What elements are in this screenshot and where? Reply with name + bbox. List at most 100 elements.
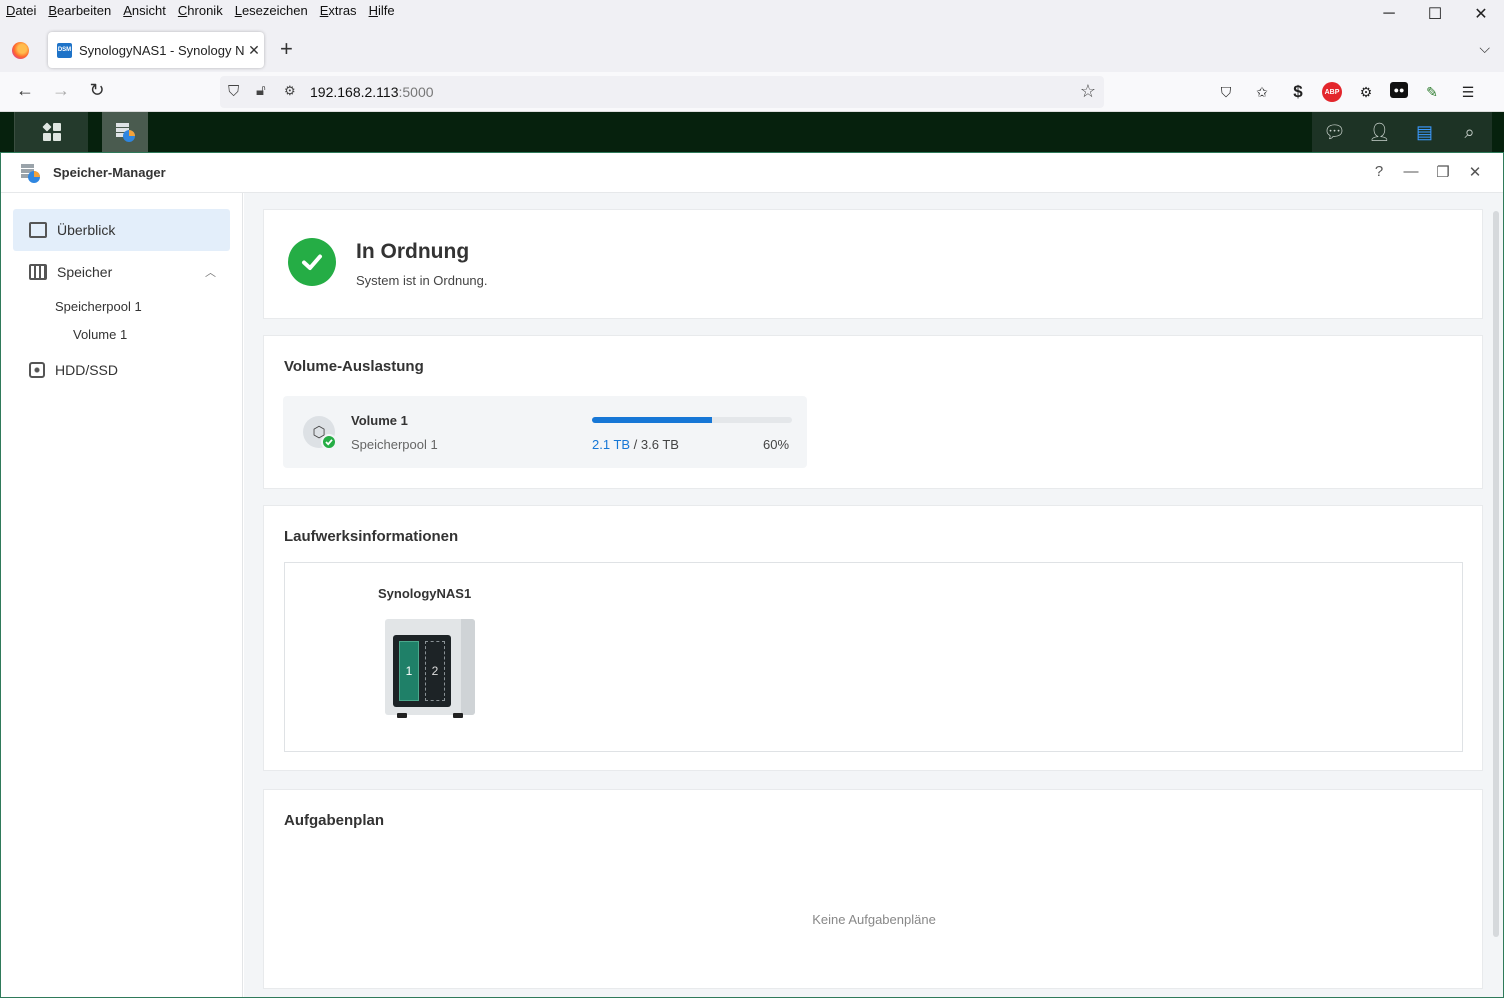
status-title: In Ordnung [356, 240, 470, 263]
maximize-window-icon[interactable]: ☐ [1412, 0, 1458, 28]
minimize-window-icon[interactable]: ─ [1366, 0, 1412, 28]
window-titlebar[interactable]: Speicher-Manager ? — ❐ ✕ [1, 153, 1503, 193]
nas-foot [397, 713, 407, 718]
storage-icon [29, 264, 47, 280]
tracking-shield-icon[interactable]: ⛉ [228, 83, 239, 100]
menu-item-bearbeiten[interactable]: Bearbeiten [48, 3, 111, 18]
storage-manager-window: Speicher-Manager ? — ❐ ✕ Überblick Speic… [0, 152, 1504, 998]
drive-bay-1[interactable]: 1 [399, 641, 419, 701]
mask-extension-icon[interactable]: ●● [1390, 82, 1408, 98]
storage-manager-taskbar-button[interactable] [102, 112, 148, 152]
s-extension-icon[interactable]: $ [1286, 82, 1310, 102]
drive-bay-2[interactable]: 2 [425, 641, 445, 701]
navigation-bar: ← → ↻ ⛉ 🔓︎ ⚙ 192.168.2.113:5000 ☆ ⛉ ✩ $ … [0, 72, 1504, 112]
tab-title: SynologyNAS1 - Synology NAS [79, 42, 244, 58]
main-menu-button[interactable] [14, 112, 88, 152]
volume-usage-bar-fill [592, 417, 712, 423]
window-controls: ─ ☐ ✕ [1366, 0, 1504, 28]
bookmark-star-icon[interactable]: ☆ [1080, 81, 1096, 102]
insecure-lock-icon[interactable]: 🔓︎ [256, 82, 266, 99]
volume-usage-heading: Volume-Auslastung [284, 358, 424, 375]
sidebar-item-hdd-ssd[interactable]: HDD/SSD [13, 349, 230, 391]
close-icon[interactable]: ✕ [1465, 163, 1485, 181]
nas-name: SynologyNAS1 [378, 586, 472, 601]
reload-icon[interactable]: ↻ [85, 80, 109, 101]
url-text[interactable]: 192.168.2.113:5000 [310, 84, 434, 100]
status-subtitle: System ist in Ordnung. [356, 273, 488, 288]
browser-tab[interactable]: DSM SynologyNAS1 - Synology NAS ✕ [48, 32, 264, 68]
drive-overview-panel: SynologyNAS1 1 2 [284, 562, 1463, 752]
menu-item-datei[interactable]: Datei [6, 3, 36, 18]
volume-usage-separator: / [630, 437, 641, 452]
content-scrollbar[interactable] [1493, 211, 1499, 937]
drive-info-heading: Laufwerksinformationen [284, 528, 459, 545]
sidebar-item-volume[interactable]: Volume 1 [73, 327, 127, 342]
volume-cube-icon: ⬡ [303, 416, 337, 450]
menu-item-ansicht[interactable]: Ansicht [123, 3, 166, 18]
task-plan-heading: Aufgabenplan [284, 812, 384, 829]
restore-icon[interactable]: ❐ [1433, 163, 1453, 181]
forward-icon[interactable]: → [49, 80, 73, 101]
taskbar-tray: 💬︎ 👤︎ ▤ ⌕ [1312, 112, 1492, 152]
volume-used: 2.1 TB [592, 437, 631, 452]
pocket-icon[interactable]: ⛉ [1214, 82, 1238, 102]
volume-item[interactable]: ⬡ Volume 1 Speicherpool 1 2.1 TB / 3.6 T… [283, 396, 807, 468]
url-port: :5000 [398, 84, 434, 100]
volume-usage-bar [592, 417, 792, 423]
dsm-taskbar: 💬︎ 👤︎ ▤ ⌕ [0, 112, 1504, 152]
new-tab-icon[interactable]: + [280, 38, 293, 60]
menu-item-hilfe[interactable]: Hilfe [369, 3, 395, 18]
hamburger-menu-icon[interactable]: ☰ [1456, 82, 1480, 102]
check-icon [288, 238, 336, 286]
adblock-plus-icon[interactable]: ABP [1322, 82, 1342, 102]
menu-bar: Datei Bearbeiten Ansicht Chronik Lesezeichen… [0, 0, 1504, 28]
close-tab-icon[interactable]: ✕ [244, 42, 264, 59]
storage-manager-icon [116, 123, 135, 142]
volume-name: Volume 1 [351, 413, 408, 428]
overview-icon [29, 222, 47, 238]
user-icon[interactable]: 👤︎ [1367, 122, 1393, 143]
help-icon[interactable]: ? [1369, 163, 1389, 180]
url-host: 192.168.2.113 [310, 84, 399, 100]
sidebar-item-label: HDD/SSD [55, 362, 119, 378]
firefox-icon[interactable] [12, 42, 29, 59]
back-icon[interactable]: ← [13, 80, 37, 101]
hdd-icon [29, 362, 45, 378]
menu-item-extras[interactable]: Extras [320, 3, 357, 18]
tab-bar: DSM SynologyNAS1 - Synology NAS ✕ + ⌵ [0, 28, 1504, 72]
permissions-icon[interactable]: ⚙ [284, 83, 296, 99]
search-icon[interactable]: ⌕ [1457, 122, 1483, 143]
window-title: Speicher-Manager [53, 165, 166, 180]
nas-foot [453, 713, 463, 718]
chevron-up-icon[interactable]: ︿ [205, 264, 216, 280]
volume-total: 3.6 TB [640, 437, 679, 452]
widgets-icon[interactable]: ▤ [1412, 122, 1438, 143]
sidebar-item-label: Speicher [57, 264, 113, 280]
menu-item-chronik[interactable]: Chronik [178, 3, 223, 18]
nas-device-illustration[interactable]: 1 2 [385, 619, 475, 719]
close-window-icon[interactable]: ✕ [1458, 0, 1504, 28]
dsm-favicon-icon: DSM [57, 42, 72, 58]
url-bar[interactable]: ⛉ 🔓︎ ⚙ 192.168.2.113:5000 ☆ [220, 76, 1104, 108]
nas-side [461, 619, 475, 715]
sidebar-item-overview[interactable]: Überblick [13, 209, 230, 251]
menu-item-lesezeichen[interactable]: Lesezeichen [235, 3, 308, 18]
sidebar-item-storage[interactable]: Speicher ︿ [13, 251, 230, 293]
volume-usage-text: 2.1 TB / 3.6 TB [592, 437, 679, 452]
extensions-icon[interactable]: ✩ [1250, 82, 1274, 102]
pencil-extension-icon[interactable]: ✎ [1420, 82, 1444, 102]
extension-toolbar: ⛉ ✩ $ ABP ⚙ ●● ✎ ☰ [1214, 82, 1480, 102]
volume-usage-percent: 60% [763, 437, 790, 452]
task-plan-card: Aufgabenplan Keine Aufgabenpläne [263, 789, 1483, 989]
volume-pool-name: Speicherpool 1 [351, 437, 438, 452]
sidebar-item-label: Überblick [57, 222, 116, 238]
main-content: In Ordnung System ist in Ordnung. Volume… [244, 193, 1503, 997]
sidebar-item-storage-pool[interactable]: Speicherpool 1 [55, 299, 142, 314]
notifications-chat-icon[interactable]: 💬︎ [1322, 122, 1348, 143]
status-card: In Ordnung System ist in Ordnung. [263, 209, 1483, 319]
minimize-icon[interactable]: — [1401, 163, 1421, 180]
tab-list-chevron-icon[interactable]: ⌵ [1479, 40, 1490, 57]
main-menu-icon [41, 122, 61, 141]
volume-ok-icon [321, 434, 337, 450]
gears-extension-icon[interactable]: ⚙ [1354, 82, 1378, 102]
